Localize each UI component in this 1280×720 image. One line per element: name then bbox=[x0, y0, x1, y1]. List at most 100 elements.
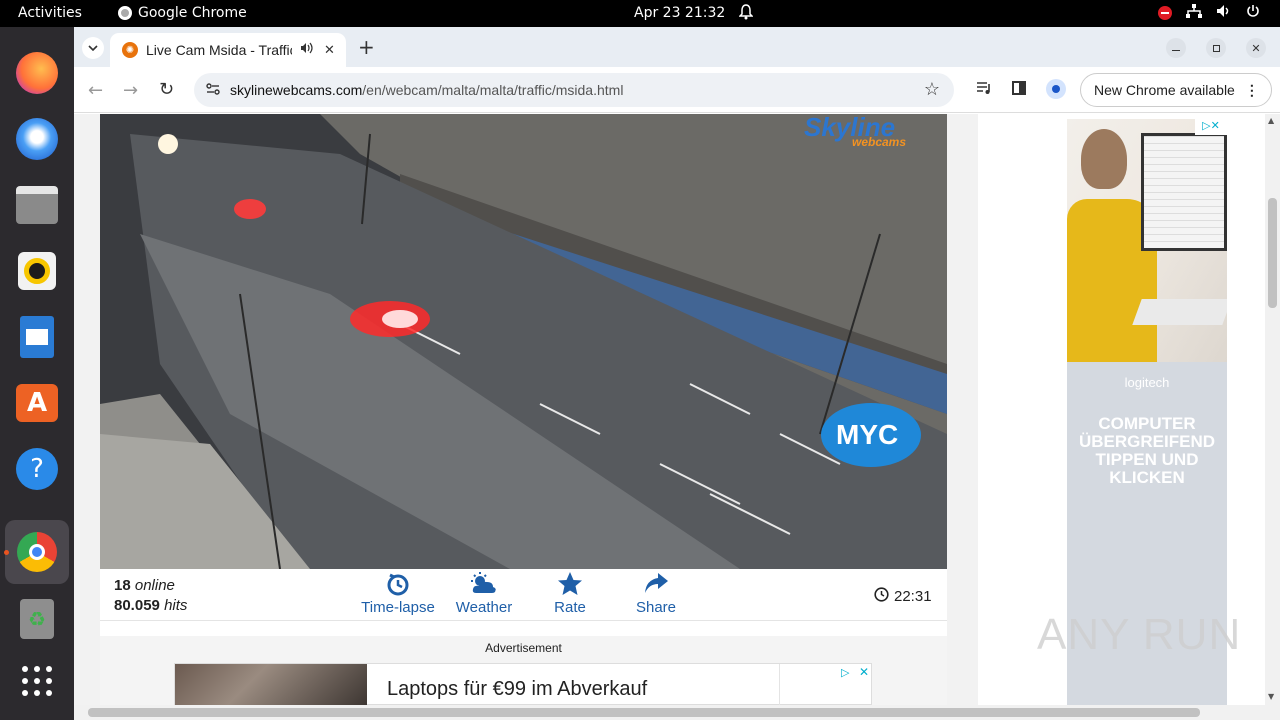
timelapse-button[interactable]: Time-lapse bbox=[358, 571, 438, 616]
ad-close-icon[interactable]: ✕ bbox=[859, 665, 869, 679]
hscroll-thumb[interactable] bbox=[88, 708, 1200, 717]
vertical-scrollbar[interactable]: ▲ ▼ bbox=[1265, 114, 1280, 705]
side-ad-brand: logitech bbox=[1124, 375, 1170, 390]
timelapse-label: Time-lapse bbox=[361, 599, 435, 616]
dock: A ? ♻ bbox=[0, 27, 74, 720]
app-name: Google Chrome bbox=[138, 5, 247, 21]
hits-label: hits bbox=[164, 597, 188, 614]
online-count-line: 18 online bbox=[114, 577, 175, 594]
back-icon[interactable]: ← bbox=[88, 80, 103, 101]
skyline-favicon-icon: ✺ bbox=[122, 42, 138, 58]
chrome-small-icon bbox=[118, 6, 132, 20]
new-tab-icon[interactable]: + bbox=[358, 35, 375, 59]
url-path: /en/webcam/malta/malta/traffic/msida.htm… bbox=[362, 82, 624, 98]
ad-headline: Laptops für €99 im Abverkauf bbox=[387, 678, 648, 700]
power-icon bbox=[1246, 4, 1260, 22]
tab-close-icon[interactable]: ✕ bbox=[324, 43, 335, 58]
help-icon[interactable]: ? bbox=[13, 445, 61, 493]
timelapse-icon bbox=[358, 571, 438, 599]
rate-button[interactable]: Rate bbox=[540, 571, 600, 616]
weather-icon bbox=[450, 571, 518, 599]
apps-grid-icon[interactable] bbox=[13, 657, 61, 705]
weather-button[interactable]: Weather bbox=[450, 571, 518, 616]
profile-avatar-icon[interactable] bbox=[1046, 79, 1066, 99]
bookmark-star-icon[interactable]: ☆ bbox=[924, 79, 940, 100]
webcam-video[interactable]: Skyline webcams MYC bbox=[100, 114, 947, 569]
media-control-icon[interactable] bbox=[976, 80, 992, 100]
volume-icon bbox=[1216, 4, 1232, 22]
update-label: New Chrome available bbox=[1094, 82, 1235, 98]
side-ad-keyboard bbox=[1132, 299, 1227, 325]
hits-count: 80.059 bbox=[114, 597, 160, 614]
watermark: ANY RUN bbox=[1037, 610, 1242, 659]
chrome-icon[interactable] bbox=[5, 520, 69, 584]
chrome-window: ✺ Live Cam Msida - Traffic ✕ + ✕ ← → ↻ s… bbox=[74, 27, 1280, 720]
side-panel-icon[interactable] bbox=[1012, 81, 1026, 95]
clock[interactable]: Apr 23 21:32 bbox=[634, 5, 725, 21]
thunderbird-icon[interactable] bbox=[13, 115, 61, 163]
app-menu[interactable]: Google Chrome bbox=[118, 5, 247, 21]
side-ad-text: COMPUTER ÜBERGREIFEND TIPPEN UND KLICKEN bbox=[1078, 414, 1215, 487]
advertisement-block: Advertisement Laptops für €99 im Abverka… bbox=[100, 636, 947, 705]
local-time: 22:31 bbox=[874, 587, 932, 606]
firefox-icon[interactable] bbox=[13, 49, 61, 97]
side-ad-person bbox=[1081, 129, 1127, 189]
vscroll-down-icon[interactable]: ▼ bbox=[1268, 692, 1274, 701]
files-icon[interactable] bbox=[13, 181, 61, 229]
webcam-panel: Skyline webcams MYC 18 online 80.059 hit… bbox=[100, 114, 947, 705]
system-tray[interactable] bbox=[1158, 4, 1260, 22]
online-count: 18 bbox=[114, 577, 131, 594]
vscroll-up-icon[interactable]: ▲ bbox=[1268, 116, 1274, 125]
bell-icon[interactable] bbox=[738, 4, 754, 24]
minimize-icon[interactable] bbox=[1166, 38, 1186, 58]
reload-icon[interactable]: ↻ bbox=[159, 79, 174, 100]
adchoices-side-icon[interactable]: ▷✕ bbox=[1195, 119, 1227, 135]
skyline-brand-sub: webcams bbox=[852, 135, 907, 149]
adchoices-icon[interactable]: ▷ bbox=[841, 666, 849, 679]
side-ad-monitor bbox=[1141, 133, 1227, 251]
ad-divider bbox=[779, 664, 780, 705]
rhythmbox-icon[interactable] bbox=[13, 247, 61, 295]
audio-playing-icon[interactable] bbox=[300, 42, 314, 58]
system-top-bar: Activities Google Chrome Apr 23 21:32 bbox=[0, 0, 1280, 27]
tab-active[interactable]: ✺ Live Cam Msida - Traffic ✕ bbox=[110, 33, 346, 67]
myc-logo: MYC bbox=[836, 419, 899, 450]
share-button[interactable]: Share bbox=[626, 571, 686, 616]
record-icon bbox=[1158, 6, 1172, 20]
more-menu-icon[interactable]: ⋮ bbox=[1245, 82, 1259, 99]
skyline-logo: Skyline webcams bbox=[804, 114, 906, 148]
online-label: online bbox=[134, 577, 175, 594]
clock-icon bbox=[874, 587, 889, 606]
webcam-stats-bar: 18 online 80.059 hits Time-lapse Weather… bbox=[100, 569, 947, 621]
tab-strip: ✺ Live Cam Msida - Traffic ✕ + ✕ bbox=[74, 27, 1280, 67]
weather-label: Weather bbox=[455, 599, 513, 616]
tab-title: Live Cam Msida - Traffic bbox=[146, 42, 292, 58]
browser-toolbar: ← → ↻ skylinewebcams.com/en/webcam/malta… bbox=[74, 67, 1280, 113]
hits-count-line: 80.059 hits bbox=[114, 597, 187, 614]
tab-search-icon[interactable] bbox=[82, 37, 104, 59]
share-label: Share bbox=[635, 599, 677, 616]
restore-icon[interactable] bbox=[1206, 38, 1226, 58]
url-host: skylinewebcams.com bbox=[230, 82, 363, 98]
site-info-icon[interactable] bbox=[206, 82, 220, 98]
writer-icon[interactable] bbox=[13, 313, 61, 361]
new-chrome-available-button[interactable]: New Chrome available ⋮ bbox=[1080, 73, 1272, 107]
share-icon bbox=[626, 571, 686, 599]
local-time-value: 22:31 bbox=[894, 588, 932, 605]
horizontal-scrollbar[interactable] bbox=[74, 705, 1280, 720]
running-indicator bbox=[4, 550, 9, 555]
vscroll-thumb[interactable] bbox=[1268, 198, 1277, 308]
forward-icon[interactable]: → bbox=[123, 80, 138, 101]
trash-icon[interactable]: ♻ bbox=[13, 595, 61, 643]
close-window-icon[interactable]: ✕ bbox=[1246, 38, 1266, 58]
address-bar[interactable]: skylinewebcams.com/en/webcam/malta/malta… bbox=[194, 73, 954, 107]
activities-button[interactable]: Activities bbox=[18, 5, 82, 21]
page-viewport: Skyline webcams MYC 18 online 80.059 hit… bbox=[74, 114, 1280, 705]
side-ad-photo bbox=[1067, 119, 1227, 362]
rate-label: Rate bbox=[554, 599, 586, 616]
advertisement-label: Advertisement bbox=[485, 641, 562, 655]
star-icon bbox=[540, 571, 600, 599]
ad-laptop-image bbox=[175, 664, 367, 705]
software-icon[interactable]: A bbox=[13, 379, 61, 427]
ad-banner[interactable]: Laptops für €99 im Abverkauf ▷ ✕ bbox=[174, 663, 872, 705]
